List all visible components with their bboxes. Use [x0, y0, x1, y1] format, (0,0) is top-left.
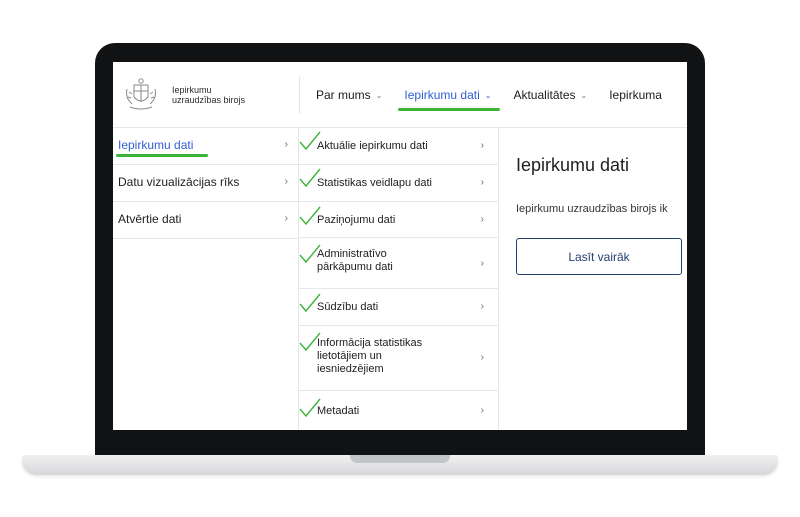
nav-item-iepirkuma[interactable]: Iepirkuma — [609, 88, 662, 102]
nav-item-label: Iepirkuma — [609, 88, 662, 102]
nav-item-label: Iepirkumu dati — [404, 88, 480, 102]
submenu-item-administrativo[interactable]: Administratīvo pārkāpumu dati › — [299, 238, 498, 289]
chevron-right-icon: › — [284, 176, 288, 187]
preview-description: Iepirkumu uzraudzības birojs ik — [516, 203, 668, 215]
submenu-item-label: Sūdzību dati — [317, 301, 379, 313]
menu-item-label: Atvērtie dati — [118, 212, 182, 226]
chevron-right-icon: › — [480, 140, 484, 151]
header-divider — [299, 76, 300, 114]
submenu-item-informacija[interactable]: Informācija statistikas lietotājiem un i… — [299, 326, 498, 391]
submenu-item-label: Informācija statistikas lietotājiem un i… — [317, 337, 423, 375]
preview-title: Iepirkumu dati — [516, 155, 630, 175]
chevron-right-icon: › — [480, 301, 484, 312]
stage: Iepirkumu uzraudzības birojs Par mums ⌄ … — [0, 0, 800, 517]
menu-item-label: Datu vizualizācijas rīks — [118, 175, 240, 189]
menu-preview-panel: Iepirkumu dati Iepirkumu uzraudzības bir… — [499, 128, 687, 430]
nav-item-par-mums[interactable]: Par mums ⌄ — [316, 88, 382, 102]
submenu-item-label: Statistikas veidlapu dati — [317, 177, 432, 189]
chevron-down-icon: ⌄ — [484, 90, 492, 100]
submenu-item-pazinojumu[interactable]: Paziņojumu dati › — [299, 202, 498, 238]
chevron-right-icon: › — [480, 352, 484, 363]
chevron-right-icon: › — [480, 214, 484, 225]
chevron-right-icon: › — [284, 213, 288, 224]
laptop-notch — [350, 455, 450, 463]
menu-item-iepirkumu-dati[interactable]: Iepirkumu dati › — [113, 128, 298, 165]
nav-item-label: Par mums — [316, 88, 371, 102]
submenu-item-label: Administratīvo pārkāpumu dati — [317, 248, 393, 273]
read-more-button[interactable]: Lasīt vairāk — [516, 238, 682, 275]
menu-item-atvertie-dati[interactable]: Atvērtie dati › — [113, 202, 298, 239]
nav-item-label: Aktualitātes — [513, 88, 576, 102]
coat-of-arms-logo[interactable] — [123, 76, 159, 112]
organization-name[interactable]: Iepirkumu uzraudzības birojs — [172, 85, 302, 105]
submenu-item-label: Metadati — [317, 405, 360, 417]
submenu-item-sudzibu[interactable]: Sūdzību dati › — [299, 289, 498, 326]
nav-item-iepirkumu-dati[interactable]: Iepirkumu dati ⌄ — [404, 88, 491, 102]
chevron-right-icon: › — [480, 258, 484, 269]
menu-item-datu-vizualizacijas-riks[interactable]: Datu vizualizācijas rīks › — [113, 165, 298, 202]
chevron-right-icon: › — [480, 405, 484, 416]
site-header: Iepirkumu uzraudzības birojs Par mums ⌄ … — [113, 62, 687, 128]
menu-level-2: Aktuālie iepirkumu dati › Statistikas ve… — [299, 128, 499, 430]
screen: Iepirkumu uzraudzības birojs Par mums ⌄ … — [113, 62, 687, 430]
submenu-item-statistikas-veidlapu[interactable]: Statistikas veidlapu dati › — [299, 165, 498, 202]
nav-highlight-underline — [398, 108, 500, 111]
chevron-right-icon: › — [480, 177, 484, 188]
submenu-item-label: Paziņojumu dati — [317, 214, 396, 226]
menu-highlight-underline — [116, 154, 208, 157]
submenu-item-aktualie[interactable]: Aktuālie iepirkumu dati › — [299, 128, 498, 165]
org-name-line2: uzraudzības birojs — [172, 95, 246, 105]
chevron-down-icon: ⌄ — [375, 90, 383, 100]
submenu-item-label: Aktuālie iepirkumu dati — [317, 140, 428, 152]
nav-item-aktualitates[interactable]: Aktualitātes ⌄ — [513, 88, 587, 102]
main-nav: Par mums ⌄ Iepirkumu dati ⌄ Aktualitātes… — [316, 88, 684, 102]
menu-item-label: Iepirkumu dati — [118, 138, 194, 152]
menu-level-1: Iepirkumu dati › Datu vizualizācijas rīk… — [113, 128, 299, 430]
chevron-right-icon: › — [284, 139, 288, 150]
org-name-line1: Iepirkumu — [172, 85, 212, 95]
submenu-item-metadati[interactable]: Metadati › — [299, 391, 498, 430]
chevron-down-icon: ⌄ — [580, 90, 588, 100]
